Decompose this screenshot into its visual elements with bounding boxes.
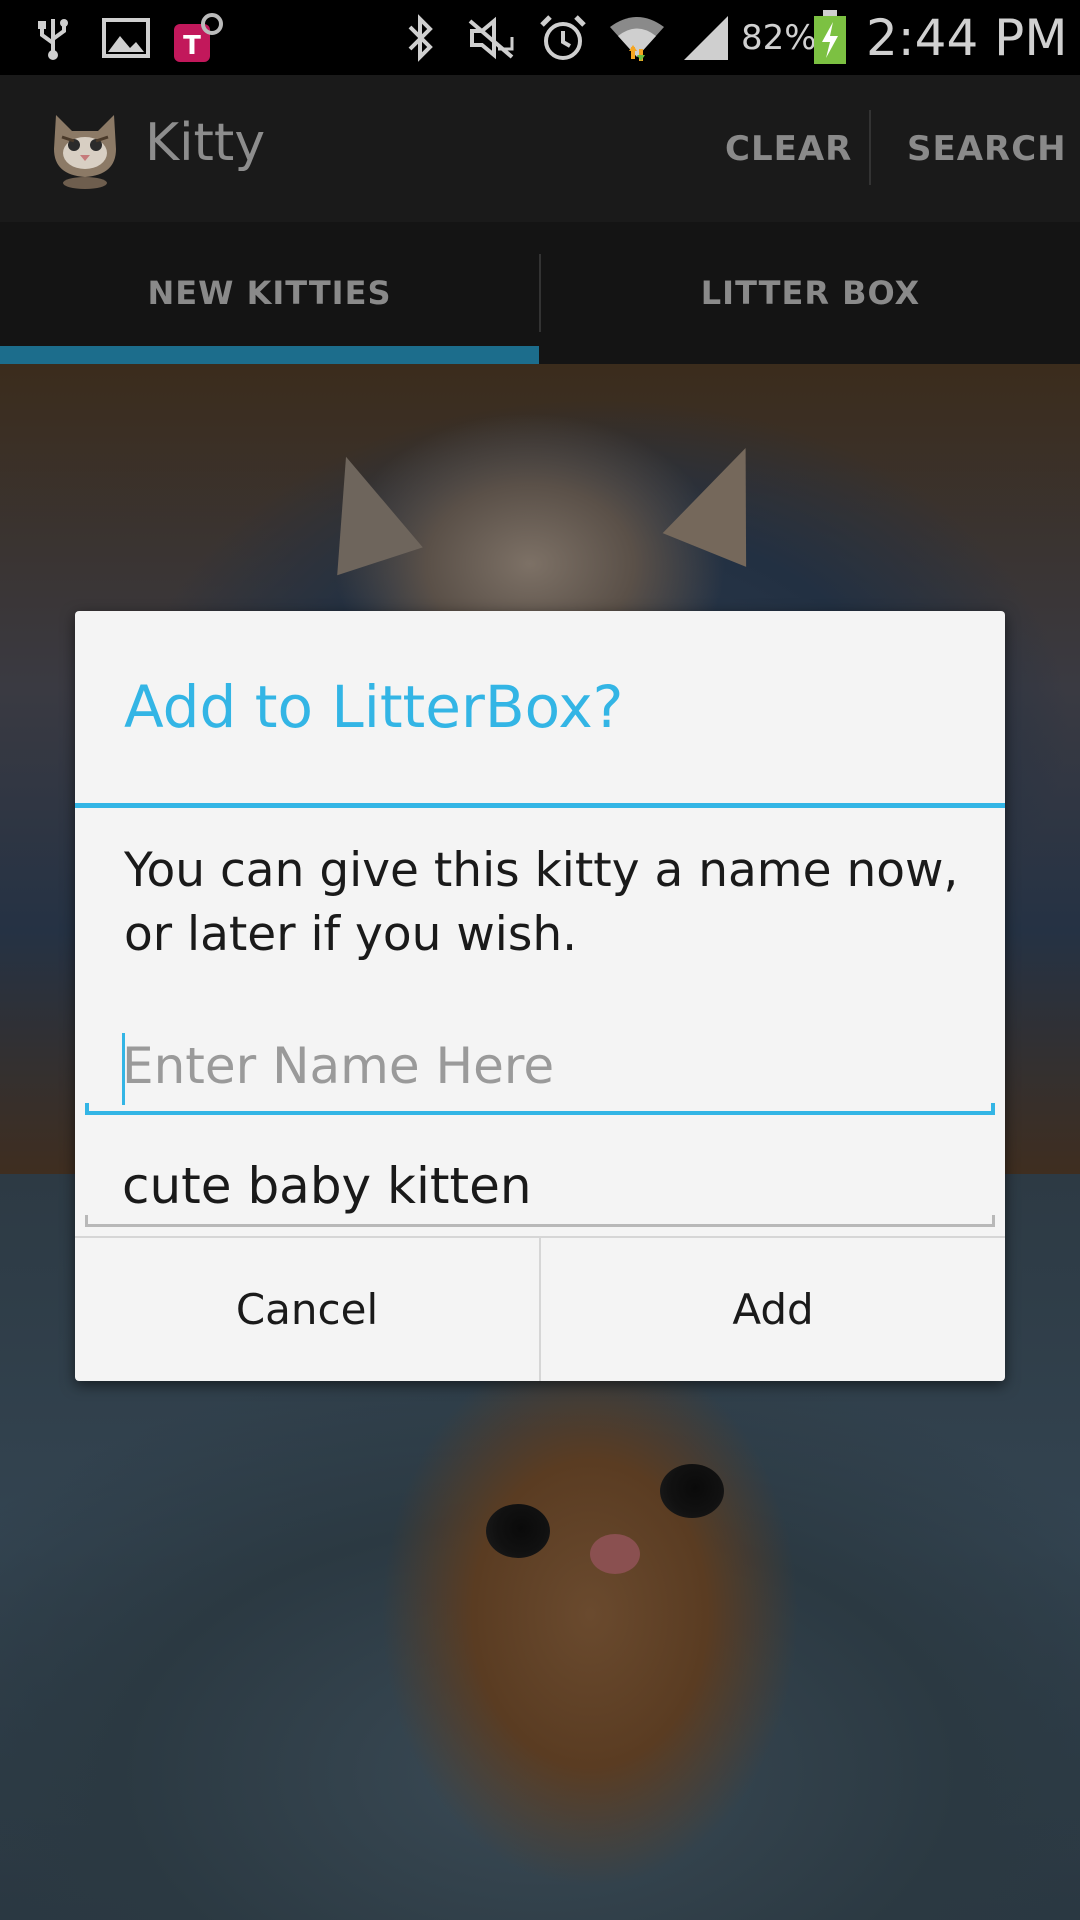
- kitty-description-value: cute baby kitten: [122, 1157, 532, 1215]
- kitten-eye: [660, 1464, 724, 1518]
- tab-bar: NEW KITTIES LITTER BOX: [0, 222, 1080, 364]
- kitten-app-icon[interactable]: [42, 103, 128, 193]
- kitty-name-input[interactable]: Enter Name Here: [85, 1011, 995, 1115]
- bluetooth-icon: [404, 0, 436, 75]
- mute-icon: [468, 0, 514, 75]
- alarm-icon: [538, 0, 588, 75]
- tmobile-icon: T: [172, 0, 224, 75]
- tab-new-kitties[interactable]: NEW KITTIES: [0, 222, 539, 364]
- tab-litter-box[interactable]: LITTER BOX: [541, 222, 1080, 364]
- svg-text:T: T: [183, 31, 201, 61]
- app-title: Kitty: [145, 113, 266, 173]
- battery-charging-icon: [812, 0, 848, 75]
- clear-button[interactable]: CLEAR: [725, 75, 852, 222]
- dialog-title: Add to LitterBox?: [124, 673, 624, 741]
- kitten-ear: [662, 431, 788, 567]
- text-cursor: [122, 1033, 125, 1105]
- add-button[interactable]: Add: [541, 1238, 1005, 1381]
- action-bar: Kitty CLEAR SEARCH: [0, 75, 1080, 222]
- signal-icon: [682, 0, 730, 75]
- kitty-name-underline: [85, 1103, 995, 1115]
- action-bar-divider: [869, 110, 871, 185]
- kitty-description-input[interactable]: cute baby kitten: [85, 1133, 995, 1233]
- kitty-name-placeholder: Enter Name Here: [122, 1037, 555, 1095]
- battery-percent: 82%: [741, 17, 817, 58]
- dialog-title-divider: [75, 803, 1005, 808]
- cancel-button[interactable]: Cancel: [75, 1238, 539, 1381]
- clock: 2:44 PM: [866, 8, 1068, 67]
- tab-selected-indicator: [0, 346, 539, 364]
- usb-icon: [36, 0, 70, 75]
- kitten-ear: [303, 442, 423, 576]
- dialog-message: You can give this kitty a name now, or l…: [124, 843, 959, 962]
- kitten-nose: [590, 1534, 640, 1574]
- gallery-icon: [102, 0, 150, 75]
- search-button[interactable]: SEARCH: [907, 75, 1067, 222]
- wifi-icon: [608, 0, 666, 75]
- status-bar: T 82% 2:44 PM: [0, 0, 1080, 75]
- kitten-eye: [486, 1504, 550, 1558]
- kitty-description-underline: [85, 1215, 995, 1227]
- add-to-litterbox-dialog: Add to LitterBox? You can give this kitt…: [75, 611, 1005, 1381]
